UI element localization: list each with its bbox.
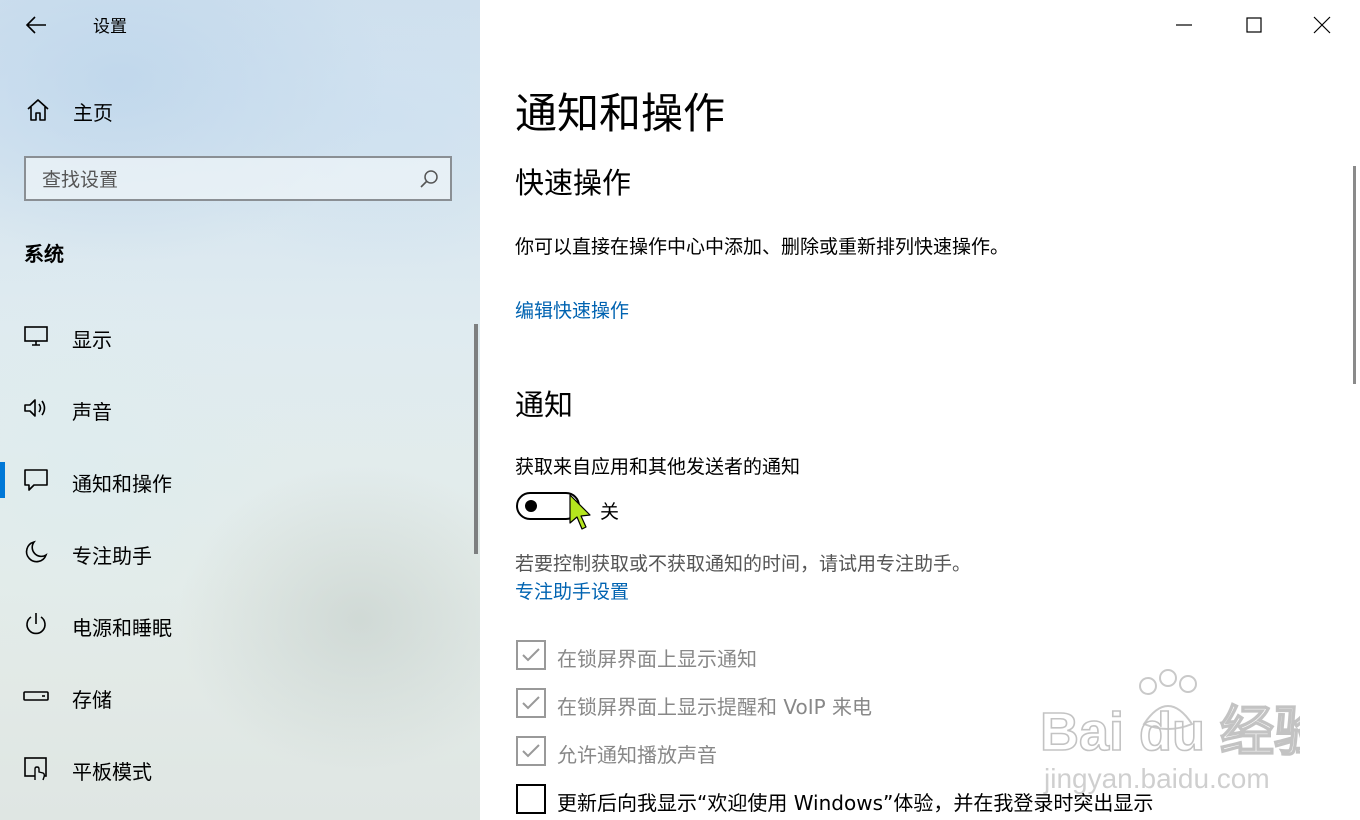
power-icon — [26, 613, 46, 635]
sidebar-item-notifications[interactable]: 通知和操作 — [0, 454, 476, 510]
home-icon — [27, 99, 49, 121]
checkmark-icon — [522, 648, 540, 662]
notifications-toggle-label: 获取来自应用和其他发送者的通知 — [515, 456, 801, 478]
toggle-knob — [525, 500, 537, 512]
nav-home[interactable]: 主页 — [0, 88, 480, 132]
display-icon — [24, 326, 48, 346]
checkbox-label: 在锁屏界面上显示通知 — [557, 647, 757, 671]
moon-icon — [25, 540, 48, 563]
quick-actions-description: 你可以直接在操作中心中添加、删除或重新排列快速操作。 — [515, 236, 1010, 258]
sidebar-item-sound[interactable]: 声音 — [0, 382, 476, 438]
sidebar: 设置 主页 系统 显示 声音 通知和操作 — [0, 0, 480, 820]
watermark-brand-text: Bai du 经验 — [1040, 702, 1300, 762]
sidebar-item-label: 存储 — [72, 688, 112, 712]
search-icon[interactable] — [418, 168, 440, 190]
maximize-button[interactable] — [1220, 0, 1288, 50]
checkbox-box[interactable] — [516, 640, 546, 670]
edit-quick-actions-link[interactable]: 编辑快速操作 — [515, 296, 629, 323]
storage-icon — [23, 691, 49, 701]
sidebar-item-power[interactable]: 电源和睡眠 — [0, 598, 476, 654]
checkbox-box[interactable] — [516, 784, 546, 814]
close-button[interactable] — [1288, 0, 1356, 50]
sidebar-item-label: 显示 — [72, 328, 112, 352]
minimize-icon — [1176, 24, 1192, 26]
sidebar-item-label: 声音 — [72, 400, 112, 424]
search-box[interactable] — [24, 156, 452, 201]
search-input[interactable] — [40, 166, 404, 194]
nav-home-label: 主页 — [73, 101, 113, 125]
checkbox-label: 允许通知播放声音 — [557, 743, 717, 767]
sidebar-section-title: 系统 — [24, 242, 64, 266]
minimize-button[interactable] — [1150, 0, 1218, 50]
checkbox-label: 在锁屏界面上显示提醒和 VoIP 来电 — [557, 695, 873, 719]
sidebar-item-storage[interactable]: 存储 — [0, 670, 476, 726]
checkbox-box[interactable] — [516, 688, 546, 718]
window-controls — [1150, 0, 1360, 50]
back-button[interactable] — [22, 10, 52, 40]
focus-assist-hint: 若要控制获取或不获取通知的时间，请试用专注助手。 — [515, 553, 972, 575]
close-icon — [1313, 16, 1331, 34]
quick-actions-heading: 快速操作 — [515, 166, 632, 200]
maximize-icon — [1246, 17, 1262, 33]
sidebar-item-label: 平板模式 — [72, 760, 152, 784]
notification-icon — [24, 469, 48, 491]
checkmark-icon — [522, 744, 540, 758]
content-scrollbar[interactable] — [1353, 166, 1356, 384]
checkbox-box[interactable] — [516, 736, 546, 766]
app-title: 设置 — [93, 17, 127, 37]
sidebar-item-focus-assist[interactable]: 专注助手 — [0, 526, 476, 582]
back-arrow-icon — [25, 16, 46, 34]
sidebar-item-tablet[interactable]: 平板模式 — [0, 742, 476, 798]
tablet-icon — [24, 757, 47, 781]
focus-assist-settings-link[interactable]: 专注助手设置 — [515, 577, 629, 604]
page-title: 通知和操作 — [515, 89, 726, 138]
sidebar-item-display[interactable]: 显示 — [0, 310, 476, 366]
watermark-url-text: jingyan.baidu.com — [1043, 763, 1270, 794]
sidebar-item-label: 通知和操作 — [72, 472, 172, 496]
checkmark-icon — [522, 696, 540, 710]
sidebar-item-label: 电源和睡眠 — [72, 616, 172, 640]
sidebar-scrollbar[interactable] — [474, 324, 478, 554]
mouse-cursor-icon — [569, 494, 591, 530]
speaker-icon — [24, 399, 46, 417]
notifications-heading: 通知 — [515, 388, 574, 422]
titlebar-left: 设置 — [0, 0, 480, 50]
active-indicator — [0, 462, 5, 498]
baidu-watermark-logo: Bai du 经验 jingyan.baidu.com — [1040, 669, 1300, 794]
toggle-state-text: 关 — [600, 501, 620, 523]
sidebar-item-label: 专注助手 — [72, 544, 152, 568]
